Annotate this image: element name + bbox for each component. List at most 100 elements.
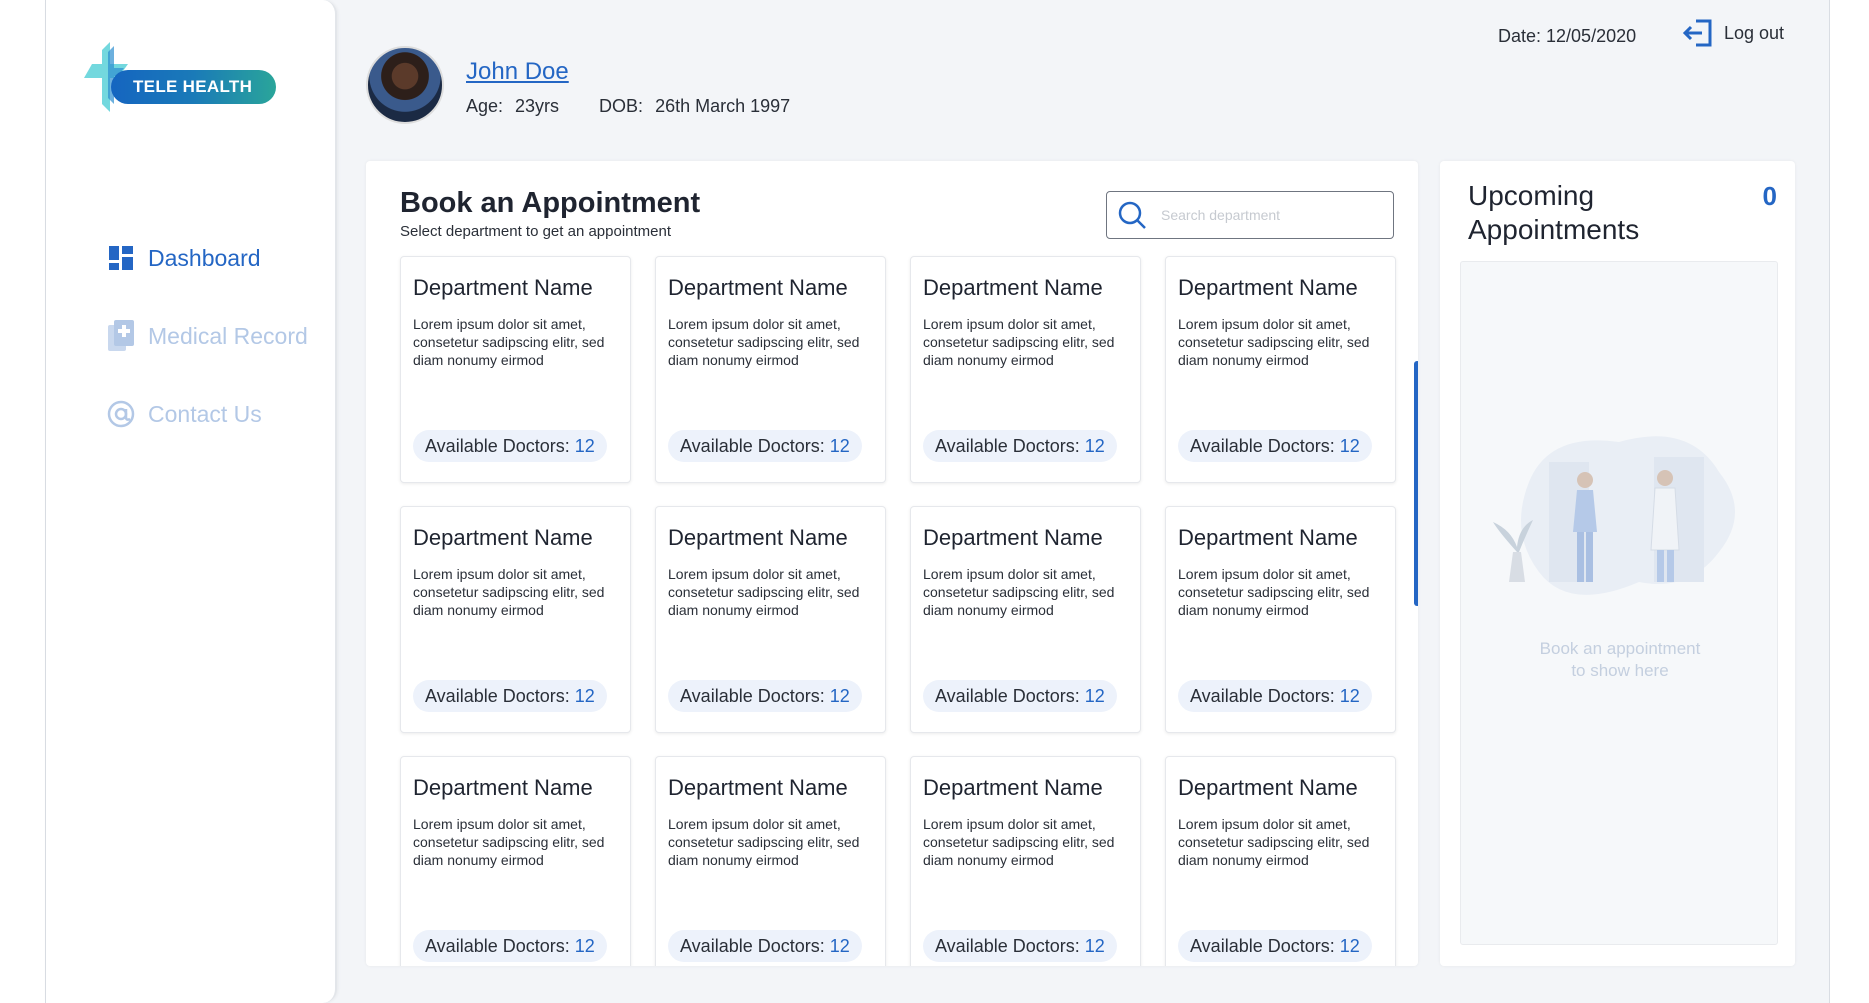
- department-card[interactable]: Department Name Lorem ipsum dolor sit ame…: [910, 256, 1141, 483]
- department-card[interactable]: Department Name Lorem ipsum dolor sit ame…: [1165, 506, 1396, 733]
- department-card[interactable]: Department Name Lorem ipsum dolor sit ame…: [400, 506, 631, 733]
- available-doctors-badge: Available Doctors: 12: [413, 680, 607, 712]
- doctors-illustration: [1493, 436, 1735, 595]
- empty-line-2: to show here: [1571, 661, 1669, 680]
- department-card[interactable]: Department Name Lorem ipsum dolor sit ame…: [910, 756, 1141, 966]
- department-card[interactable]: Department Name Lorem ipsum dolor sit ame…: [1165, 256, 1396, 483]
- app-window: TELE HEALTH Dashboard Medical Record Con…: [45, 0, 1830, 1003]
- available-doctors-count: 12: [829, 685, 850, 706]
- upcoming-title: Upcoming Appointments: [1468, 180, 1640, 245]
- department-card[interactable]: Department Name Lorem ipsum dolor sit ame…: [655, 506, 886, 733]
- available-doctors-count: 12: [1339, 935, 1360, 956]
- sidebar-item-label: Medical Record: [148, 322, 308, 349]
- logout-button[interactable]: Log out: [1682, 18, 1784, 48]
- department-card[interactable]: Department Name Lorem ipsum dolor sit ame…: [1165, 756, 1396, 966]
- department-name: Department Name: [668, 275, 848, 300]
- available-doctors-label: Available Doctors:: [680, 435, 825, 456]
- avatar[interactable]: [366, 46, 444, 124]
- department-name: Department Name: [413, 275, 593, 300]
- scrollbar-thumb[interactable]: [1414, 361, 1418, 606]
- available-doctors-count: 12: [1339, 435, 1360, 456]
- available-doctors-badge: Available Doctors: 12: [923, 930, 1117, 962]
- available-doctors-count: 12: [829, 435, 850, 456]
- available-doctors-label: Available Doctors:: [425, 935, 570, 956]
- available-doctors-badge: Available Doctors: 12: [923, 680, 1117, 712]
- empty-line-1: Book an appointment: [1539, 639, 1701, 658]
- available-doctors-count: 12: [574, 435, 595, 456]
- available-doctors-badge: Available Doctors: 12: [668, 430, 862, 462]
- available-doctors-count: 12: [1084, 685, 1105, 706]
- department-name: Department Name: [668, 775, 848, 800]
- department-name: Department Name: [1178, 775, 1358, 800]
- department-name: Department Name: [1178, 525, 1358, 550]
- department-description: Lorem ipsum dolor sit amet, consetetur s…: [1178, 316, 1370, 368]
- available-doctors-badge: Available Doctors: 12: [668, 930, 862, 962]
- available-doctors-label: Available Doctors:: [1190, 935, 1335, 956]
- dashboard-icon: [106, 243, 136, 273]
- department-card[interactable]: Department Name Lorem ipsum dolor sit ame…: [400, 256, 631, 483]
- department-description: Lorem ipsum dolor sit amet, consetetur s…: [923, 316, 1115, 368]
- sidebar-nav: Dashboard Medical Record Contact Us: [106, 240, 308, 474]
- department-description: Lorem ipsum dolor sit amet, consetetur s…: [1178, 566, 1370, 618]
- search-input[interactable]: [1161, 207, 1381, 223]
- at-icon: [106, 399, 136, 429]
- available-doctors-count: 12: [829, 935, 850, 956]
- panel-subtitle: Select department to get an appointment: [400, 223, 672, 240]
- available-doctors-label: Available Doctors:: [1190, 685, 1335, 706]
- upcoming-appointments-panel: Upcoming Appointments 0 Book an appointm…: [1440, 161, 1795, 966]
- department-name: Department Name: [413, 525, 593, 550]
- available-doctors-badge: Available Doctors: 12: [1178, 680, 1372, 712]
- available-doctors-label: Available Doctors:: [935, 935, 1080, 956]
- available-doctors-label: Available Doctors:: [1190, 435, 1335, 456]
- department-description: Lorem ipsum dolor sit amet, consetetur s…: [413, 316, 605, 368]
- department-grid: Department Name Lorem ipsum dolor sit ame…: [400, 256, 1396, 966]
- upcoming-list: Book an appointment to show here: [1460, 261, 1778, 945]
- department-name: Department Name: [413, 775, 593, 800]
- upcoming-empty-message: Book an appointment to show here: [1461, 638, 1779, 682]
- upcoming-count: 0: [1762, 181, 1777, 211]
- logout-label: Log out: [1724, 22, 1785, 43]
- department-name: Department Name: [923, 275, 1103, 300]
- department-name: Department Name: [1178, 275, 1358, 300]
- age-label: Age:: [466, 96, 504, 116]
- available-doctors-count: 12: [574, 935, 595, 956]
- department-card[interactable]: Department Name Lorem ipsum dolor sit ame…: [655, 756, 886, 966]
- sidebar-item-medical-record[interactable]: Medical Record: [106, 318, 308, 354]
- available-doctors-label: Available Doctors:: [425, 435, 570, 456]
- sidebar-item-contact-us[interactable]: Contact Us: [106, 396, 308, 432]
- current-date: Date: 12/05/2020: [1498, 26, 1637, 46]
- available-doctors-badge: Available Doctors: 12: [668, 680, 862, 712]
- department-card[interactable]: Department Name Lorem ipsum dolor sit ame…: [655, 256, 886, 483]
- available-doctors-label: Available Doctors:: [425, 685, 570, 706]
- user-age: Age: 23yrs: [466, 96, 559, 117]
- logout-icon: [1682, 19, 1712, 47]
- available-doctors-badge: Available Doctors: 12: [413, 430, 607, 462]
- available-doctors-label: Available Doctors:: [680, 935, 825, 956]
- tele-health-logo[interactable]: TELE HEALTH: [84, 42, 284, 112]
- search-icon: [1118, 201, 1146, 229]
- available-doctors-label: Available Doctors:: [935, 685, 1080, 706]
- dob-label: DOB:: [599, 96, 644, 116]
- age-value: 23yrs: [515, 96, 560, 116]
- medical-record-icon: [106, 320, 136, 351]
- available-doctors-count: 12: [574, 685, 595, 706]
- dob-value: 26th March 1997: [655, 96, 791, 116]
- available-doctors-badge: Available Doctors: 12: [1178, 930, 1372, 962]
- available-doctors-count: 12: [1084, 435, 1105, 456]
- logo-text: TELE HEALTH: [111, 70, 276, 104]
- search-box[interactable]: [1106, 191, 1394, 239]
- available-doctors-badge: Available Doctors: 12: [923, 430, 1117, 462]
- available-doctors-label: Available Doctors:: [680, 685, 825, 706]
- department-description: Lorem ipsum dolor sit amet, consetetur s…: [1178, 816, 1370, 868]
- user-meta: Age: 23yrs DOB: 26th March 1997: [466, 96, 790, 117]
- department-card[interactable]: Department Name Lorem ipsum dolor sit ame…: [910, 506, 1141, 733]
- sidebar-item-dashboard[interactable]: Dashboard: [106, 240, 308, 276]
- appointment-panel: Book an Appointment Select department to…: [366, 161, 1418, 966]
- department-card[interactable]: Department Name Lorem ipsum dolor sit ame…: [400, 756, 631, 966]
- available-doctors-count: 12: [1339, 685, 1360, 706]
- user-name-link[interactable]: John Doe: [466, 58, 569, 86]
- available-doctors-badge: Available Doctors: 12: [413, 930, 607, 962]
- department-name: Department Name: [923, 525, 1103, 550]
- sidebar: TELE HEALTH Dashboard Medical Record Con…: [46, 0, 337, 1003]
- panel-title: Book an Appointment: [400, 187, 701, 219]
